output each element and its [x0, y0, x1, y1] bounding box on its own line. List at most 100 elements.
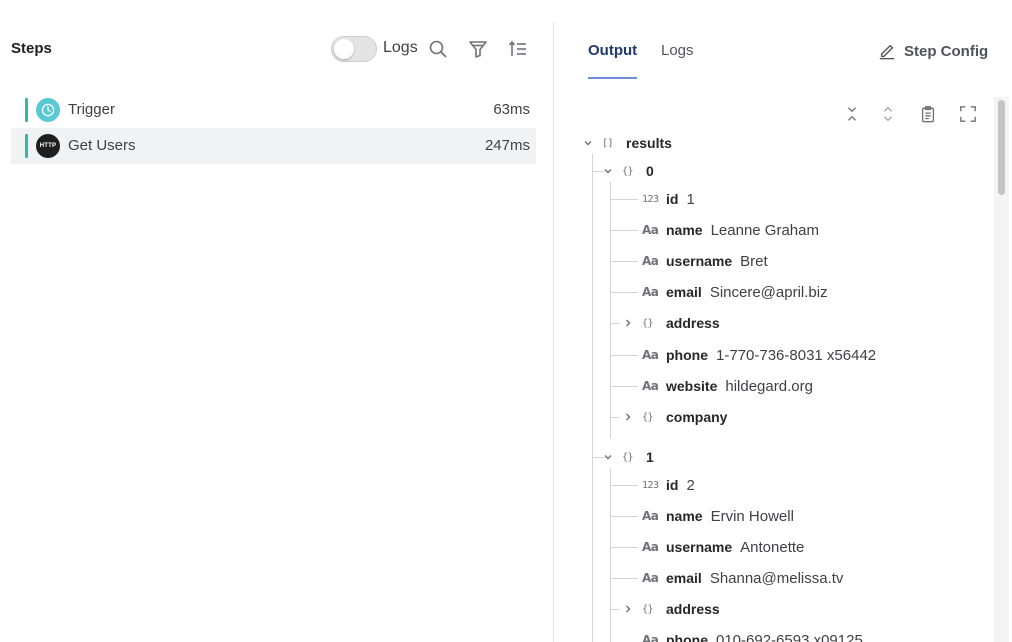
- tree-branch: [610, 485, 638, 486]
- tree-node-address[interactable]: {} address: [622, 313, 728, 333]
- step-row-get-users[interactable]: HTTP Get Users 247ms: [11, 128, 536, 164]
- tree-field[interactable]: Aa name Leanne Graham: [642, 220, 819, 240]
- tree-branch: [610, 386, 638, 387]
- logs-toggle[interactable]: [331, 36, 377, 62]
- tree-field[interactable]: Aa phone 010-692-6593 x09125: [642, 630, 863, 642]
- tree-guide: [592, 154, 593, 642]
- search-icon[interactable]: [427, 38, 449, 60]
- tree-key: 1: [646, 449, 654, 465]
- tree-value: Sincere@april.biz: [709, 283, 828, 301]
- tree-branch: [610, 230, 638, 231]
- array-type-icon: []: [602, 137, 614, 149]
- tree-guide: [610, 182, 611, 438]
- app-root: Steps Logs Trigger 63ms HTTP Get Users 2…: [0, 0, 1012, 642]
- string-type-icon: Aa: [642, 633, 659, 642]
- tree-key: id: [666, 477, 679, 493]
- tree-key: website: [666, 378, 718, 394]
- scrollbar-thumb[interactable]: [998, 100, 1005, 195]
- object-type-icon: {}: [642, 603, 654, 615]
- tree-branch: [610, 609, 620, 610]
- chevron-down-icon[interactable]: [602, 165, 614, 177]
- object-type-icon: {}: [642, 317, 654, 329]
- tree-key: phone: [666, 632, 708, 642]
- string-type-icon: Aa: [642, 254, 659, 268]
- tree-field[interactable]: Aa name Ervin Howell: [642, 506, 794, 526]
- tree-guide: [610, 468, 611, 642]
- sort-icon[interactable]: [507, 38, 529, 60]
- tree-key: name: [666, 222, 703, 238]
- output-panel: Output Logs Step Config [] results {} 0 …: [554, 0, 1012, 642]
- tree-key: results: [626, 135, 672, 151]
- tree-node-item[interactable]: {} 1: [602, 447, 662, 467]
- tree-branch: [610, 199, 638, 200]
- tree-key: username: [666, 253, 733, 269]
- tree-branch: [610, 261, 638, 262]
- tree-branch: [610, 355, 638, 356]
- tree-value: 1: [686, 190, 695, 208]
- tree-value: Bret: [740, 252, 768, 270]
- tree-value: Shanna@melissa.tv: [709, 569, 844, 587]
- object-type-icon: {}: [642, 411, 654, 423]
- tree-field[interactable]: Aa username Antonette: [642, 537, 804, 557]
- tree-branch: [610, 547, 638, 548]
- chevron-down-icon[interactable]: [602, 451, 614, 463]
- clock-icon: [36, 98, 60, 122]
- tree-branch: [610, 417, 620, 418]
- tree-key: address: [666, 601, 720, 617]
- string-type-icon: Aa: [642, 285, 659, 299]
- tree-branch: [610, 516, 638, 517]
- tree-key: 0: [646, 163, 654, 179]
- tree-key: email: [666, 284, 702, 300]
- chevron-right-icon[interactable]: [622, 411, 634, 423]
- tree-node-results[interactable]: [] results: [582, 133, 680, 153]
- tree-field[interactable]: Aa website hildegard.org: [642, 376, 813, 396]
- string-type-icon: Aa: [642, 509, 659, 523]
- logs-toggle-label: Logs: [383, 39, 418, 56]
- tree-key: username: [666, 539, 733, 555]
- http-icon: HTTP: [36, 134, 60, 158]
- step-label: Get Users: [68, 137, 136, 154]
- tree-key: id: [666, 191, 679, 207]
- json-tree: [] results {} 0 123 id 1 Aa name Leanne …: [554, 0, 994, 642]
- tree-value: 1-770-736-8031 x56442: [716, 346, 877, 364]
- step-duration: 247ms: [484, 137, 530, 154]
- string-type-icon: Aa: [642, 379, 659, 393]
- toggle-knob: [334, 39, 354, 59]
- step-row-trigger[interactable]: Trigger 63ms: [11, 92, 536, 128]
- step-duration: 63ms: [493, 101, 530, 118]
- step-status-bar: [25, 98, 28, 122]
- tree-key: company: [666, 409, 728, 425]
- tree-field[interactable]: Aa phone 1-770-736-8031 x56442: [642, 345, 876, 365]
- tree-field[interactable]: Aa email Sincere@april.biz: [642, 282, 828, 302]
- tree-key: phone: [666, 347, 708, 363]
- tree-branch: [610, 292, 638, 293]
- tree-value: Leanne Graham: [710, 221, 819, 239]
- tree-field[interactable]: Aa username Bret: [642, 251, 768, 271]
- tree-field[interactable]: 123 id 1: [642, 189, 695, 209]
- string-type-icon: Aa: [642, 223, 659, 237]
- filter-icon[interactable]: [467, 38, 489, 60]
- chevron-right-icon[interactable]: [622, 603, 634, 615]
- tree-branch: [610, 578, 638, 579]
- tree-key: name: [666, 508, 703, 524]
- tree-value: 010-692-6593 x09125: [716, 631, 863, 642]
- tree-node-company[interactable]: {} company: [622, 407, 735, 427]
- object-type-icon: {}: [622, 165, 634, 177]
- step-status-bar: [25, 134, 28, 158]
- tree-value: Ervin Howell: [710, 507, 794, 525]
- tree-node-address[interactable]: {} address: [622, 599, 728, 619]
- steps-panel: Steps Logs Trigger 63ms HTTP Get Users 2…: [0, 0, 553, 642]
- chevron-right-icon[interactable]: [622, 317, 634, 329]
- tree-key: address: [666, 315, 720, 331]
- object-type-icon: {}: [622, 451, 634, 463]
- tree-field[interactable]: 123 id 2: [642, 475, 695, 495]
- chevron-down-icon[interactable]: [582, 137, 594, 149]
- number-type-icon: 123: [642, 193, 659, 205]
- tree-key: email: [666, 570, 702, 586]
- tree-value: hildegard.org: [725, 377, 813, 395]
- tree-value: 2: [686, 476, 695, 494]
- string-type-icon: Aa: [642, 348, 659, 362]
- tree-field[interactable]: Aa email Shanna@melissa.tv: [642, 568, 843, 588]
- tree-node-item[interactable]: {} 0: [602, 161, 662, 181]
- string-type-icon: Aa: [642, 540, 659, 554]
